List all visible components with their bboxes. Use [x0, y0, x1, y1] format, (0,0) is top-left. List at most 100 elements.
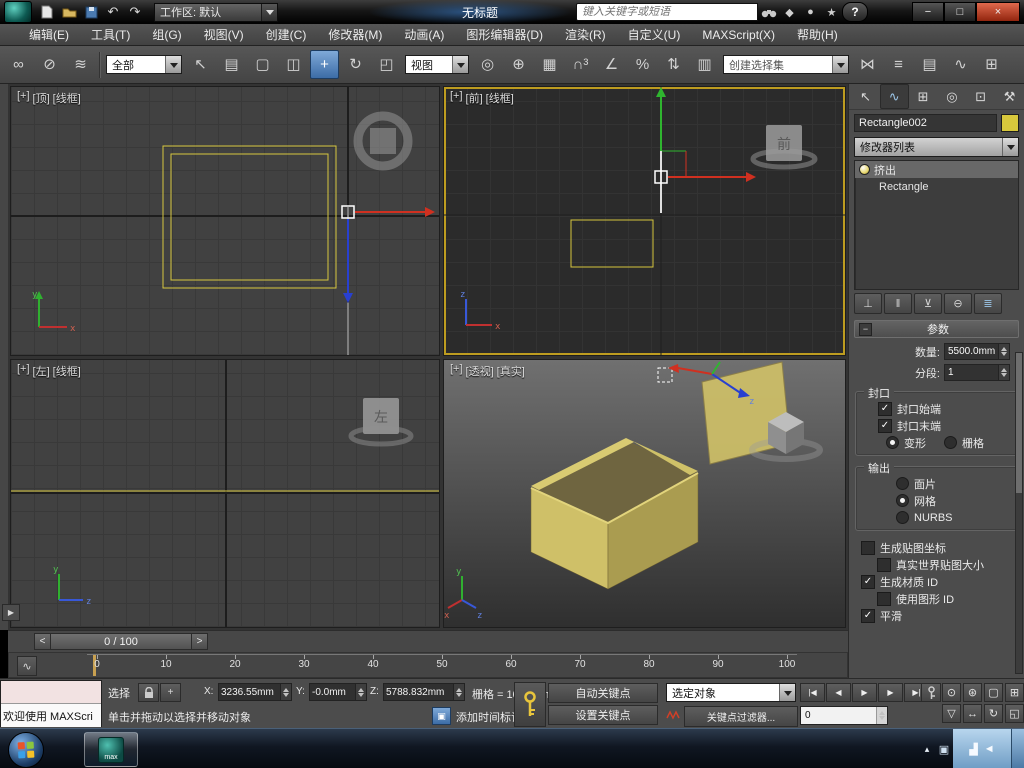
menu-item[interactable]: 动画(A) [393, 24, 455, 45]
macro-recorder-pane[interactable] [1, 681, 101, 704]
start-button[interactable] [8, 732, 44, 768]
mini-curve-editor-button[interactable]: ∿ [17, 656, 37, 676]
nav-orbit[interactable]: ↻ [984, 704, 1003, 723]
toolbar-edit-named-selection-sets[interactable]: ▥ [690, 50, 719, 79]
checkbox[interactable]: 使用图形 ID [849, 590, 1024, 607]
viewport-name-button[interactable]: [透视] [466, 363, 494, 379]
nav-zoom-extents-all[interactable]: ⊞ [1005, 683, 1024, 702]
checkbox-box[interactable] [877, 592, 891, 606]
new-file-icon[interactable] [36, 2, 58, 22]
toolbar-window-crossing-toggle[interactable]: ◫ [279, 50, 308, 79]
taskbar-app-3dsmax[interactable]: max [84, 732, 138, 767]
checkbox[interactable]: 平滑 [849, 607, 1024, 624]
menu-item[interactable]: 组(G) [141, 24, 192, 45]
radio-circle[interactable] [896, 477, 909, 490]
y-coordinate-field[interactable]: -0.0mm [309, 683, 367, 701]
top-viewport-canvas[interactable]: y x [11, 87, 440, 356]
radio[interactable]: 网格 [860, 492, 1013, 509]
viewport-shading-button[interactable]: [真实] [497, 363, 525, 379]
toolbar-select-object[interactable]: ↖ [186, 50, 215, 79]
toolbar-layer-manager[interactable]: ▤ [915, 50, 944, 79]
previous-frame-button[interactable]: < [34, 633, 51, 650]
save-file-icon[interactable] [80, 2, 102, 22]
menu-item[interactable]: 工具(T) [80, 24, 141, 45]
selection-lock-toggle[interactable] [138, 683, 159, 702]
infocenter-subscription-center-icon[interactable]: ◆ [779, 3, 800, 21]
viewport-name-button[interactable]: [顶] [33, 90, 50, 106]
chevron-down-icon[interactable] [779, 684, 795, 701]
panel-tab-create[interactable]: ↖ [851, 84, 880, 109]
nav-zoom-extents[interactable]: ▢ [984, 683, 1003, 702]
modifier-list-dropdown[interactable]: 修改器列表 [854, 137, 1019, 157]
playback-previous-frame[interactable]: ◀ [826, 683, 851, 702]
modifier-stack[interactable]: 挤出 Rectangle [854, 160, 1019, 290]
checkbox[interactable]: 生成材质 ID [849, 573, 1024, 590]
time-slider-track[interactable]: < 0 / 100 > [8, 630, 848, 652]
nav-pan[interactable]: ↔ [963, 704, 982, 723]
toolbar-mirror[interactable]: ⋈ [853, 50, 882, 79]
viewport-menu-button[interactable]: [+] [450, 90, 463, 106]
amount-field[interactable]: 5500.0mm [944, 343, 1010, 360]
checkbox-box[interactable] [878, 419, 892, 433]
move-gizmo[interactable] [655, 87, 756, 213]
tray-clock-area[interactable]: ▟◄ [953, 729, 1011, 768]
radio-circle[interactable] [896, 494, 909, 507]
redo-icon[interactable]: ↷ [124, 2, 146, 22]
panel-tab-motion[interactable]: ◎ [937, 84, 966, 109]
close-button[interactable]: × [976, 2, 1020, 22]
track-bar[interactable]: ∿ 0 10 20 30 40 [8, 652, 848, 678]
checkbox-box[interactable] [861, 541, 875, 555]
search-icon[interactable] [758, 3, 779, 21]
playback-go-to-start[interactable]: |◀ [800, 683, 825, 702]
infocenter-communication-center-icon[interactable]: ● [800, 3, 821, 21]
playback-play[interactable]: ▶ [852, 683, 877, 702]
chevron-down-icon[interactable] [1002, 138, 1018, 156]
viewport-name-button[interactable]: [前] [466, 90, 483, 106]
toolbar-select-and-move[interactable]: + [310, 50, 339, 79]
trackbar-ruler[interactable]: 0 10 20 30 40 50 [87, 654, 797, 677]
viewport-perspective[interactable]: [+] [透视] [真实] z [443, 359, 846, 628]
toolbar-curve-editor[interactable]: ∿ [946, 50, 975, 79]
viewport-menu-button[interactable]: [+] [17, 90, 30, 106]
stack-button-pin-stack[interactable]: ⊥ [854, 293, 882, 314]
checkbox-box[interactable] [861, 575, 875, 589]
tray-tray-app-icon[interactable]: ▣ [935, 743, 953, 756]
stack-button-remove-modifier[interactable]: ⊖ [944, 293, 972, 314]
z-coordinate-field[interactable]: 5788.832mm [383, 683, 465, 701]
add-time-tag[interactable]: 添加时间标记 [456, 709, 522, 725]
toolbar-align[interactable]: ≡ [884, 50, 913, 79]
viewport-left[interactable]: [+] [左] [线框] 左 y z [10, 359, 440, 628]
undo-icon[interactable]: ↶ [102, 2, 124, 22]
menu-item[interactable]: 修改器(M) [317, 24, 393, 45]
viewport-shading-button[interactable]: [线框] [486, 90, 514, 106]
chevron-down-icon[interactable] [261, 4, 277, 21]
toolbar-rectangular-selection-region[interactable]: ▢ [248, 50, 277, 79]
object-color-swatch[interactable] [1001, 114, 1019, 132]
panel-tab-hierarchy[interactable]: ⊞ [909, 84, 938, 109]
menu-item[interactable]: 渲染(R) [554, 24, 617, 45]
viewport-name-button[interactable]: [左] [33, 363, 50, 379]
chevron-down-icon[interactable] [452, 56, 468, 73]
absolute-offset-toggle[interactable]: + [160, 683, 181, 702]
segments-field[interactable]: 1 [944, 364, 1010, 381]
tray-panel-network-icon[interactable]: ▟ [969, 743, 977, 756]
radio-circle[interactable] [896, 511, 909, 524]
panel-scrollbar[interactable] [1015, 352, 1023, 674]
checkbox[interactable]: 真实世界贴图大小 [849, 556, 1024, 573]
toolbar-select-by-name[interactable]: ▤ [217, 50, 246, 79]
show-hidden-icons[interactable]: ▴ [919, 744, 935, 755]
panel-tab-display[interactable]: ⊡ [966, 84, 995, 109]
expand-panel-arrow-icon[interactable]: ▶ [2, 604, 20, 621]
set-key-mode-button[interactable]: 设置关键点 [548, 705, 658, 725]
search-input[interactable] [576, 3, 758, 21]
checkbox-box[interactable] [878, 402, 892, 416]
radio[interactable]: NURBS [860, 509, 1013, 526]
nav-field-of-view[interactable]: ▽ [942, 704, 961, 723]
key-mode-toggle[interactable] [921, 683, 941, 702]
toolbar-schematic-view[interactable]: ⊞ [977, 50, 1006, 79]
menu-item[interactable]: 视图(V) [193, 24, 255, 45]
nav-maximize-viewport-toggle[interactable]: ◱ [1005, 704, 1024, 723]
stack-button-show-end-result[interactable]: ‖ [884, 293, 912, 314]
toolbar-select-and-link[interactable]: ∞ [4, 50, 33, 79]
checkbox-box[interactable] [861, 609, 875, 623]
